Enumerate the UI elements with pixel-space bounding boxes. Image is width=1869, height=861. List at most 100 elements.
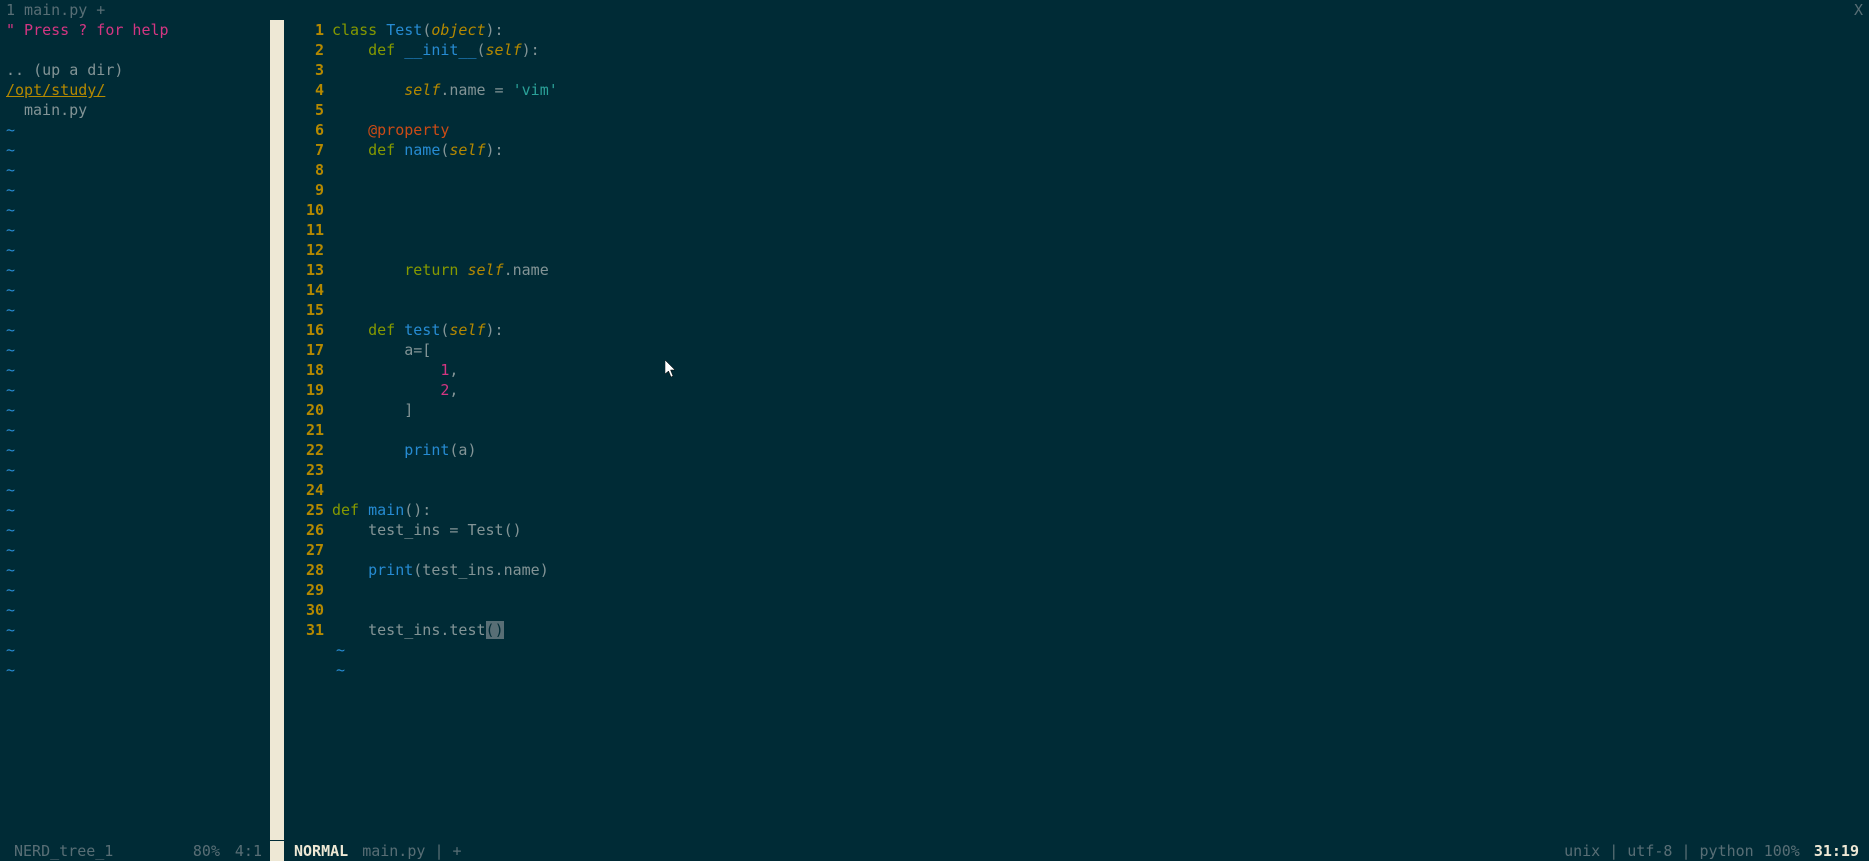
tab-main[interactable]: 1 main.py +: [0, 0, 111, 20]
match-paren: (: [486, 621, 495, 639]
status-filename: main.py | +: [362, 841, 461, 861]
split-border: [270, 200, 284, 220]
status-left-pct: 80%: [160, 841, 220, 861]
code-area[interactable]: class Test(object): def __init__(self): …: [332, 20, 1869, 841]
code-line: def test(self):: [332, 320, 1869, 340]
tilde-line: ~: [6, 260, 270, 280]
cursor: ): [495, 621, 504, 639]
code-line: test_ins.test(): [332, 620, 1869, 640]
split-border: [270, 340, 284, 360]
line-number: 20: [284, 400, 324, 420]
code-line: @property: [332, 120, 1869, 140]
tabline: 1 main.py + X: [0, 0, 1869, 20]
nerdtree-up-dir[interactable]: .. (up a dir): [6, 60, 270, 80]
code-line: [332, 420, 1869, 440]
code-line: print(test_ins.name): [332, 560, 1869, 580]
line-number: 29: [284, 580, 324, 600]
line-number: 6: [284, 120, 324, 140]
tilde-line: ~: [6, 200, 270, 220]
tilde-line: ~: [6, 640, 270, 660]
line-number: 21: [284, 420, 324, 440]
split-border: [270, 400, 284, 420]
split-border: [270, 180, 284, 200]
split-border: [270, 280, 284, 300]
code-line: class Test(object):: [332, 20, 1869, 40]
line-number: 27: [284, 540, 324, 560]
status-percent: 100%: [1764, 841, 1814, 861]
status-position: 31:19: [1814, 841, 1869, 861]
tilde-line: ~: [6, 660, 270, 680]
code-line: def name(self):: [332, 140, 1869, 160]
split-border: [270, 240, 284, 260]
split-border: [270, 760, 284, 780]
split-border: [270, 660, 284, 680]
tilde-line: ~: [6, 520, 270, 540]
code-line: def main():: [332, 500, 1869, 520]
split-border: [270, 440, 284, 460]
split-border: [270, 140, 284, 160]
code-line: [332, 600, 1869, 620]
vim-mode: NORMAL: [294, 841, 362, 861]
split-border: [270, 160, 284, 180]
tilde-line: ~: [6, 140, 270, 160]
code-line: return self.name: [332, 260, 1869, 280]
editor-pane[interactable]: 1234567891011121314151617181920212223242…: [284, 20, 1869, 841]
split-border: [270, 220, 284, 240]
split-border: [270, 780, 284, 800]
vertical-split: [270, 20, 284, 841]
status-left-name: NERD_tree_1: [14, 841, 160, 861]
status-separator: [270, 841, 284, 861]
code-line: [332, 60, 1869, 80]
tilde-line: ~: [6, 500, 270, 520]
split-border: [270, 800, 284, 820]
tilde-line: ~: [6, 180, 270, 200]
nerdtree-root[interactable]: /opt/study/: [6, 80, 270, 100]
tab-close-icon[interactable]: X: [1854, 0, 1863, 20]
status-editor: NORMAL main.py | + unix | utf-8 | python…: [284, 841, 1869, 861]
nerdtree-sidebar[interactable]: " Press ? for help .. (up a dir) /opt/st…: [0, 20, 270, 841]
split-border: [270, 560, 284, 580]
status-left-pos: 4:1: [220, 841, 270, 861]
split-border: [270, 320, 284, 340]
split-border: [270, 300, 284, 320]
line-number: 10: [284, 200, 324, 220]
line-number: 3: [284, 60, 324, 80]
split-border: [270, 820, 284, 840]
code-line: [332, 480, 1869, 500]
line-number: 24: [284, 480, 324, 500]
line-number: 5: [284, 100, 324, 120]
line-number: 14: [284, 280, 324, 300]
tilde-line: ~: [6, 580, 270, 600]
nerdtree-help: " Press ? for help: [6, 20, 270, 40]
status-fileinfo: unix | utf-8 | python: [1564, 841, 1764, 861]
line-number: 31: [284, 620, 324, 640]
line-number: 1: [284, 20, 324, 40]
split-border: [270, 60, 284, 80]
status-nerdtree: NERD_tree_1 80% 4:1: [0, 841, 270, 861]
line-number: 30: [284, 600, 324, 620]
tilde-line: ~: [6, 600, 270, 620]
tilde-line: ~: [6, 220, 270, 240]
split-border: [270, 20, 284, 40]
tilde-line: ~: [6, 420, 270, 440]
tilde-line: ~: [6, 480, 270, 500]
main-area: " Press ? for help .. (up a dir) /opt/st…: [0, 20, 1869, 841]
split-border: [270, 740, 284, 760]
code-line: test_ins = Test(): [332, 520, 1869, 540]
split-border: [270, 640, 284, 660]
code-line: [332, 540, 1869, 560]
code-line: 2,: [332, 380, 1869, 400]
code-line: print(a): [332, 440, 1869, 460]
editor-tilde: ~: [332, 640, 1869, 660]
line-number: 16: [284, 320, 324, 340]
code-line: [332, 180, 1869, 200]
code-line: def __init__(self):: [332, 40, 1869, 60]
nerdtree-file-main[interactable]: main.py: [6, 100, 270, 120]
tilde-line: ~: [6, 560, 270, 580]
split-border: [270, 260, 284, 280]
split-border: [270, 680, 284, 700]
split-border: [270, 540, 284, 560]
code-line: [332, 580, 1869, 600]
tilde-line: ~: [6, 240, 270, 260]
line-number: 28: [284, 560, 324, 580]
